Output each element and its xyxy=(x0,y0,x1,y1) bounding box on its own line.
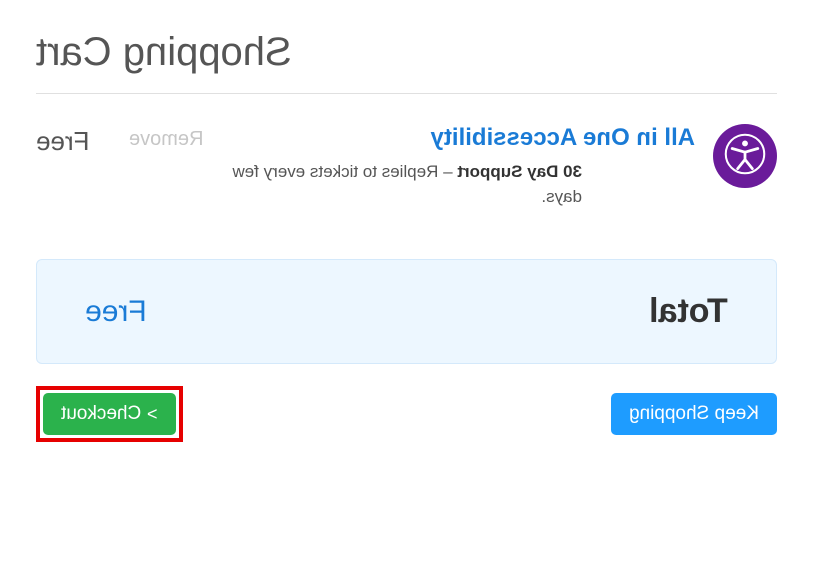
divider xyxy=(36,93,777,94)
chevron-right-icon: > xyxy=(147,404,158,425)
total-label: Total xyxy=(649,292,728,331)
item-avatar xyxy=(713,124,777,188)
checkout-button[interactable]: Checkout > xyxy=(43,393,176,435)
total-value: Free xyxy=(85,295,147,329)
item-info: All in One Accessibility 30 Day Support … xyxy=(222,124,695,209)
page-title: Shopping Cart xyxy=(36,30,777,75)
item-description: 30 Day Support – Replies to tickets ever… xyxy=(222,160,582,209)
button-row: Keep Shopping Checkout > xyxy=(36,386,777,442)
item-price: Free xyxy=(36,124,89,157)
checkout-highlight: Checkout > xyxy=(36,386,183,442)
total-box: Total Free xyxy=(36,259,777,364)
cart-item-row: All in One Accessibility 30 Day Support … xyxy=(36,124,777,209)
remove-button[interactable]: Remove xyxy=(129,124,203,151)
accessibility-icon xyxy=(723,132,767,181)
item-name-link[interactable]: All in One Accessibility xyxy=(222,124,695,152)
keep-shopping-button[interactable]: Keep Shopping xyxy=(611,393,777,435)
